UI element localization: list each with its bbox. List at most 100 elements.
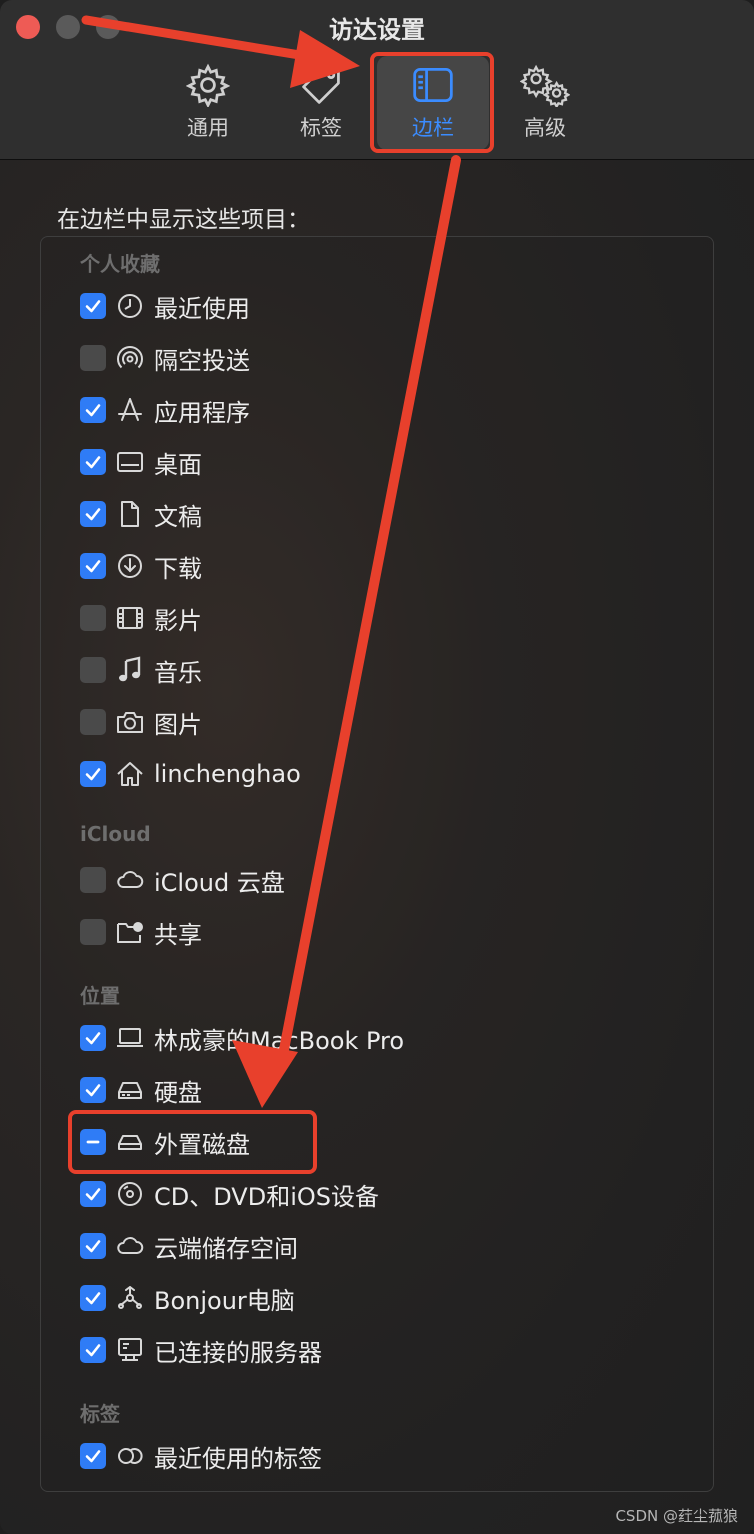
- list-item[interactable]: 音乐: [80, 652, 202, 688]
- music-note-icon: [115, 655, 145, 685]
- checkbox[interactable]: [80, 1233, 106, 1259]
- checkbox[interactable]: [80, 553, 106, 579]
- list-item[interactable]: iCloud 云盘: [80, 862, 285, 898]
- item-label: 桌面: [154, 450, 202, 479]
- list-item[interactable]: 应用程序: [80, 392, 250, 428]
- checkbox[interactable]: [80, 345, 106, 371]
- home-icon: [115, 759, 145, 789]
- item-label: CD、DVD和iOS设备: [154, 1182, 379, 1211]
- watermark: CSDN @荭尘菰狼: [615, 1507, 738, 1525]
- finder-settings-window: 访达设置 通用 标签 边栏 高级 在边栏中显示这些项目： 个人收藏 最近使用 隔…: [0, 0, 754, 1534]
- tab-tags-label: 标签: [300, 116, 342, 140]
- tab-general[interactable]: 通用: [152, 56, 264, 150]
- document-icon: [115, 499, 145, 529]
- checkbox[interactable]: [80, 1443, 106, 1469]
- window-title: 访达设置: [329, 16, 425, 44]
- item-label: 云端储存空间: [154, 1234, 298, 1263]
- hard-drive-icon: [115, 1075, 145, 1105]
- list-item[interactable]: 图片: [80, 704, 202, 740]
- camera-icon: [115, 707, 145, 737]
- item-label: 应用程序: [154, 398, 250, 427]
- group-title-icloud: iCloud: [80, 822, 151, 846]
- section-heading: 在边栏中显示这些项目：: [57, 207, 310, 233]
- cloud-icon: [115, 865, 145, 895]
- checkbox[interactable]: [80, 867, 106, 893]
- checkbox[interactable]: [80, 293, 106, 319]
- list-item[interactable]: 隔空投送: [80, 340, 250, 376]
- item-label: 音乐: [154, 658, 202, 687]
- bonjour-icon: [115, 1283, 145, 1313]
- item-label: Bonjour电脑: [154, 1286, 295, 1315]
- list-item[interactable]: 已连接的服务器: [80, 1332, 322, 1368]
- airdrop-icon: [115, 343, 145, 373]
- tags-circles-icon: [115, 1441, 145, 1471]
- checkbox[interactable]: [80, 919, 106, 945]
- external-drive-icon: [115, 1127, 145, 1157]
- tab-general-label: 通用: [187, 116, 229, 140]
- toolbar: 访达设置 通用 标签 边栏 高级: [0, 0, 754, 160]
- list-item[interactable]: 桌面: [80, 444, 202, 480]
- checkbox[interactable]: [80, 709, 106, 735]
- list-item[interactable]: Bonjour电脑: [80, 1280, 295, 1316]
- list-item[interactable]: 硬盘: [80, 1072, 202, 1108]
- desktop-icon: [115, 447, 145, 477]
- item-label: 已连接的服务器: [154, 1338, 322, 1367]
- tag-icon: [296, 62, 346, 108]
- shared-folder-icon: [115, 917, 145, 947]
- group-title-locations: 位置: [80, 984, 120, 1008]
- item-label: 硬盘: [154, 1078, 202, 1107]
- disc-icon: [115, 1179, 145, 1209]
- checkbox[interactable]: [80, 1181, 106, 1207]
- gears-icon: [520, 62, 570, 108]
- list-item[interactable]: 最近使用: [80, 288, 250, 324]
- item-label: 影片: [154, 606, 202, 635]
- checkbox-mixed[interactable]: [80, 1129, 106, 1155]
- item-label: 文稿: [154, 502, 202, 531]
- item-label: 隔空投送: [154, 346, 250, 375]
- checkbox[interactable]: [80, 397, 106, 423]
- item-label: 林成豪的MacBook Pro: [154, 1026, 405, 1055]
- cloud-icon: [115, 1231, 145, 1261]
- checkbox[interactable]: [80, 501, 106, 527]
- group-title-tags: 标签: [80, 1402, 120, 1426]
- download-icon: [115, 551, 145, 581]
- list-item[interactable]: 云端储存空间: [80, 1228, 298, 1264]
- list-item[interactable]: 下载: [80, 548, 202, 584]
- item-label: 外置磁盘: [154, 1130, 250, 1159]
- checkbox[interactable]: [80, 657, 106, 683]
- list-item[interactable]: 林成豪的MacBook Pro: [80, 1020, 404, 1056]
- list-item[interactable]: 影片: [80, 600, 202, 636]
- checkbox[interactable]: [80, 1077, 106, 1103]
- tab-advanced[interactable]: 高级: [489, 56, 601, 150]
- checkbox[interactable]: [80, 1025, 106, 1051]
- item-label: 下载: [154, 554, 202, 583]
- list-item[interactable]: linchenghao: [80, 756, 301, 792]
- film-icon: [115, 603, 145, 633]
- tab-sidebar-label: 边栏: [412, 116, 454, 140]
- group-title-favorites: 个人收藏: [80, 252, 160, 276]
- checkbox[interactable]: [80, 449, 106, 475]
- checkbox[interactable]: [80, 605, 106, 631]
- list-item[interactable]: CD、DVD和iOS设备: [80, 1176, 379, 1212]
- gear-icon: [183, 62, 233, 108]
- item-label: 最近使用: [154, 294, 250, 323]
- checkbox[interactable]: [80, 1337, 106, 1363]
- checkbox[interactable]: [80, 1285, 106, 1311]
- list-item[interactable]: 文稿: [80, 496, 202, 532]
- item-label: 最近使用的标签: [154, 1444, 322, 1473]
- tab-advanced-label: 高级: [524, 116, 566, 140]
- laptop-icon: [115, 1023, 145, 1053]
- clock-icon: [115, 291, 145, 321]
- list-item[interactable]: 外置磁盘: [80, 1124, 250, 1160]
- tab-tags[interactable]: 标签: [265, 56, 377, 150]
- server-icon: [115, 1335, 145, 1365]
- list-item[interactable]: 最近使用的标签: [80, 1438, 322, 1474]
- item-label: 共享: [154, 920, 202, 949]
- applications-icon: [115, 395, 145, 425]
- item-label: 图片: [154, 710, 202, 739]
- item-label: iCloud 云盘: [154, 868, 285, 897]
- checkbox[interactable]: [80, 761, 106, 787]
- item-label: linchenghao: [154, 760, 301, 788]
- list-item[interactable]: 共享: [80, 914, 202, 950]
- tab-sidebar[interactable]: 边栏: [377, 56, 489, 150]
